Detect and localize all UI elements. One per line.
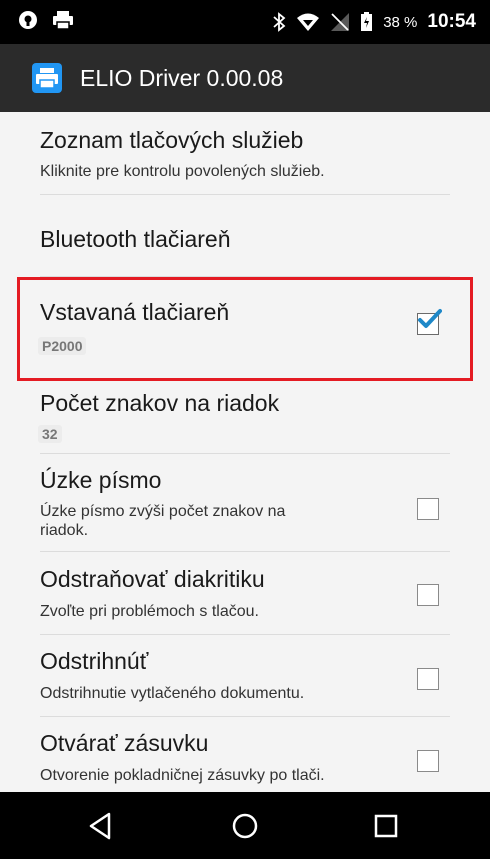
back-icon[interactable] bbox=[81, 806, 121, 846]
status-bar: 38 % 10:54 bbox=[0, 0, 490, 44]
setting-subtitle: Zvoľte pri problémoch s tlačou. bbox=[40, 603, 259, 620]
settings-list: Zoznam tlačových služieb Kliknite pre ko… bbox=[0, 112, 490, 792]
setting-cut-paper[interactable]: Odstrihnúť Odstrihnutie vytlačeného doku… bbox=[0, 635, 490, 715]
printer-icon bbox=[32, 63, 62, 93]
narrow-font-checkbox[interactable] bbox=[417, 498, 439, 520]
setting-print-services[interactable]: Zoznam tlačových služieb Kliknite pre ko… bbox=[0, 112, 490, 194]
signal-icon bbox=[331, 13, 350, 31]
setting-title: Bluetooth tlačiareň bbox=[40, 226, 231, 252]
setting-open-drawer[interactable]: Otvárať zásuvku Otvorenie pokladničnej z… bbox=[0, 717, 490, 792]
setting-subtitle: Úzke písmo zvýši počet znakov na bbox=[40, 503, 286, 520]
bluetooth-icon bbox=[273, 12, 286, 32]
setting-subtitle: Otvorenie pokladničnej zásuvky po tlači. bbox=[40, 767, 325, 784]
setting-title: Otvárať zásuvku bbox=[40, 730, 209, 756]
setting-bluetooth-printer[interactable]: Bluetooth tlačiareň bbox=[0, 195, 490, 275]
clock: 10:54 bbox=[427, 11, 476, 32]
navigation-bar bbox=[0, 792, 490, 859]
setting-subtitle: Kliknite pre kontrolu povolených služieb… bbox=[40, 163, 325, 180]
setting-title: Odstraňovať diakritiku bbox=[40, 566, 265, 592]
setting-title: Odstrihnúť bbox=[40, 648, 149, 674]
printer-icon bbox=[53, 11, 73, 30]
setting-value: 32 bbox=[38, 425, 62, 443]
selection-highlight bbox=[17, 277, 473, 381]
remove-diacritics-checkbox[interactable] bbox=[417, 584, 439, 606]
status-left-icons bbox=[18, 10, 74, 30]
status-right: 38 % 10:54 bbox=[272, 0, 476, 44]
vpn-key-icon bbox=[19, 11, 37, 29]
app-title: ELIO Driver 0.00.08 bbox=[80, 64, 284, 91]
recents-icon[interactable] bbox=[366, 806, 406, 846]
setting-chars-per-line[interactable]: Počet znakov na riadok 32 bbox=[0, 382, 490, 452]
setting-title: Počet znakov na riadok bbox=[40, 390, 280, 416]
setting-title: Úzke písmo bbox=[40, 467, 162, 493]
wifi-icon bbox=[297, 13, 320, 31]
open-drawer-checkbox[interactable] bbox=[417, 750, 439, 772]
setting-subtitle-line2: riadok. bbox=[40, 522, 89, 539]
setting-narrow-font[interactable]: Úzke písmo Úzke písmo zvýši počet znakov… bbox=[0, 454, 490, 550]
setting-title: Zoznam tlačových služieb bbox=[40, 127, 304, 153]
home-icon[interactable] bbox=[225, 806, 265, 846]
battery-icon bbox=[361, 12, 373, 31]
battery-percent: 38 % bbox=[383, 13, 418, 31]
setting-subtitle: Odstrihnutie vytlačeného dokumentu. bbox=[40, 685, 305, 702]
setting-remove-diacritics[interactable]: Odstraňovať diakritiku Zvoľte pri problé… bbox=[0, 552, 490, 634]
cut-paper-checkbox[interactable] bbox=[417, 668, 439, 690]
app-bar: ELIO Driver 0.00.08 bbox=[0, 44, 490, 112]
